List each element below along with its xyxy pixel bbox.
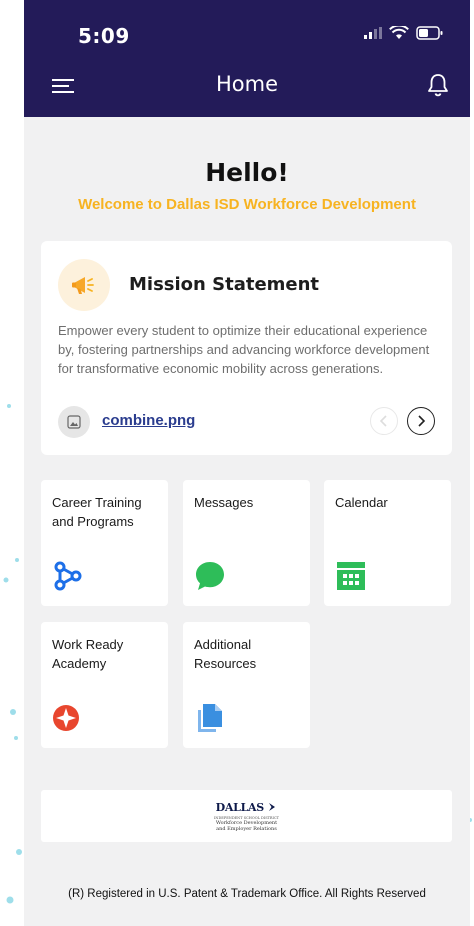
mission-text: Empower every student to optimize their …	[58, 323, 430, 376]
status-time: 5:09	[78, 24, 130, 48]
welcome-subtitle: Welcome to Dallas ISD Workforce Developm…	[78, 196, 416, 213]
calendar-icon	[337, 562, 365, 590]
tile-label: Calendar	[335, 495, 388, 510]
logo-mark-icon	[269, 803, 276, 811]
image-file-icon	[58, 406, 90, 438]
chat-bubble-icon	[196, 562, 224, 590]
logo-line-2: and Employer Relations	[216, 826, 277, 832]
greeting-heading: Hello!	[205, 158, 289, 187]
tile-calendar[interactable]: Calendar	[324, 480, 451, 606]
network-icon	[54, 561, 82, 591]
megaphone-icon	[58, 259, 110, 311]
attachment-link[interactable]: combine.png	[102, 412, 195, 429]
chevron-right-icon	[418, 415, 426, 427]
organization-logo-banner: DALLAS INDEPENDENT SCHOOL DISTRICT Workf…	[41, 790, 452, 842]
tile-career-training[interactable]: Career Training and Programs	[41, 480, 168, 606]
carousel-next-button[interactable]	[407, 407, 435, 435]
chevron-left-icon	[379, 415, 387, 427]
documents-icon	[198, 704, 222, 732]
app-screen: 5:09 Home Hello! Welcome to Dallas ISD W…	[24, 0, 470, 926]
tile-messages[interactable]: Messages	[183, 480, 310, 606]
tile-label: Additional Resources	[194, 637, 257, 671]
battery-icon	[416, 26, 443, 40]
notification-bell-icon[interactable]	[426, 72, 450, 98]
wifi-icon	[389, 26, 409, 39]
mission-title: Mission Statement	[129, 274, 320, 295]
status-icons	[364, 26, 444, 40]
logo-main-text: DALLAS	[215, 801, 265, 814]
page-title: Home	[215, 72, 278, 96]
tile-label: Messages	[194, 495, 254, 510]
tile-work-ready-academy[interactable]: Work Ready Academy	[41, 622, 168, 748]
tile-label: Work Ready Academy	[52, 637, 124, 671]
tile-additional-resources[interactable]: Additional Resources	[183, 622, 310, 748]
dallas-isd-logo: DALLAS INDEPENDENT SCHOOL DISTRICT Workf…	[41, 798, 452, 832]
app-header: 5:09 Home	[24, 0, 470, 117]
cellular-signal-icon	[364, 27, 382, 39]
tile-label: Career Training and Programs	[52, 495, 142, 529]
mission-statement-card: Mission Statement Empower every student …	[41, 241, 452, 455]
compass-star-icon	[53, 705, 79, 731]
footer-legal-text: (R) Registered in U.S. Patent & Trademar…	[68, 888, 426, 900]
carousel-prev-button[interactable]	[370, 407, 398, 435]
